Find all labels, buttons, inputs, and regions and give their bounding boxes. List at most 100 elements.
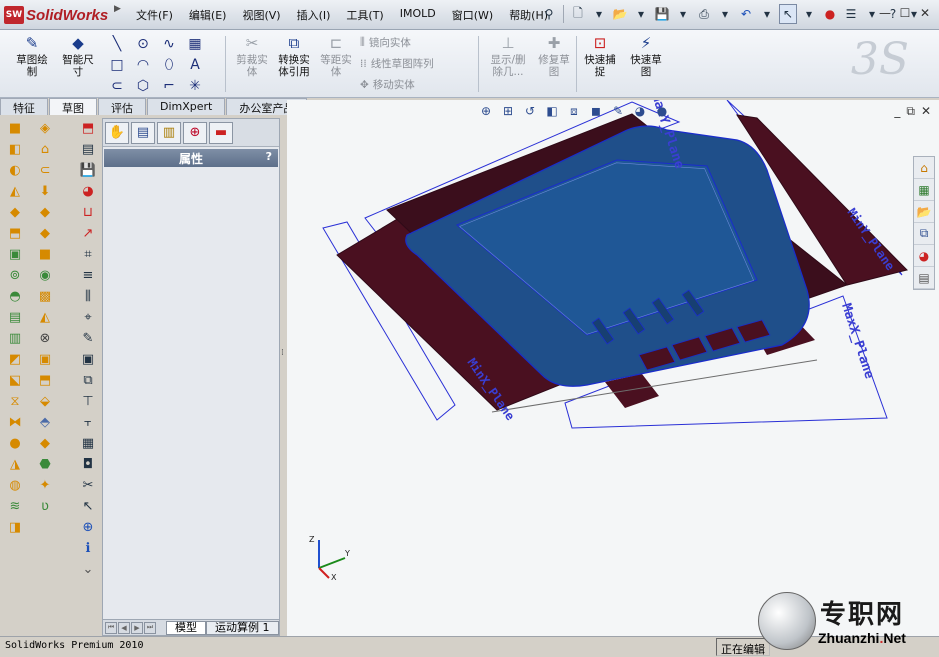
rapid-sketch-button[interactable]: ⚡ 快速草 图 bbox=[622, 34, 670, 78]
zoom-icon[interactable]: ⊕ bbox=[77, 517, 99, 538]
minimize-icon[interactable]: — bbox=[877, 4, 893, 22]
menu-insert[interactable]: 插入(I) bbox=[289, 5, 339, 25]
select-pointer-icon[interactable]: ↖ bbox=[779, 4, 797, 24]
close-icon[interactable]: ✕ bbox=[917, 4, 933, 22]
menu-tools[interactable]: 工具(T) bbox=[338, 5, 391, 25]
menu-imold[interactable]: IMOLD bbox=[392, 5, 444, 25]
cut-sweep-icon[interactable]: ⬇ bbox=[34, 181, 56, 202]
combine-icon[interactable]: ◩ bbox=[4, 349, 26, 370]
tab-features[interactable]: 特征 bbox=[0, 98, 48, 115]
tab-sketch[interactable]: 草图 bbox=[49, 98, 97, 115]
trim-entities-button[interactable]: ✂ 剪裁实 体 bbox=[228, 34, 276, 78]
dropdown-arrow-icon[interactable]: ▾ bbox=[590, 4, 608, 24]
app-logo[interactable]: SW SolidWorks bbox=[4, 4, 108, 26]
line-icon[interactable]: ╲ bbox=[104, 33, 130, 54]
menu-window[interactable]: 窗口(W) bbox=[444, 5, 501, 25]
tab-evaluate[interactable]: 评估 bbox=[98, 98, 146, 115]
edit-icon[interactable]: ✎ bbox=[77, 328, 99, 349]
feature-manager-tab-icon[interactable]: ✋ bbox=[105, 121, 129, 144]
slot-icon[interactable]: ⊂ bbox=[104, 75, 130, 96]
appearances-icon[interactable]: ◕ bbox=[914, 245, 934, 267]
tab-dimxpert[interactable]: DimXpert bbox=[147, 98, 226, 115]
prev-tab-icon[interactable]: ◀ bbox=[118, 621, 130, 634]
viewport-close-icon[interactable]: ✕ bbox=[921, 104, 931, 119]
search-icon[interactable]: ⧉ bbox=[914, 223, 934, 245]
next-tab-icon[interactable]: ▶ bbox=[131, 621, 143, 634]
thicken-icon[interactable]: ◉ bbox=[34, 265, 56, 286]
last-tab-icon[interactable]: ⏭ bbox=[144, 621, 156, 634]
file-explorer-icon[interactable]: 📂 bbox=[914, 201, 934, 223]
rectangle-icon[interactable]: □ bbox=[104, 54, 130, 75]
options-list-icon[interactable]: ☰ bbox=[842, 4, 860, 24]
sweep-icon[interactable]: ◐ bbox=[4, 160, 26, 181]
save-icon[interactable]: 💾 bbox=[653, 4, 671, 24]
drawing-icon[interactable]: ▦ bbox=[77, 433, 99, 454]
move-body-icon[interactable]: ⬕ bbox=[4, 370, 26, 391]
custom-properties-icon[interactable]: ▤ bbox=[914, 267, 934, 289]
configuration-manager-tab-icon[interactable]: ▥ bbox=[157, 121, 181, 144]
grid-icon[interactable]: ▦ bbox=[182, 33, 208, 54]
hole-icon[interactable]: ◈ bbox=[34, 118, 56, 139]
design-library-icon[interactable]: ▦ bbox=[914, 179, 934, 201]
camera-icon[interactable]: ◘ bbox=[77, 454, 99, 475]
deform-icon[interactable]: ◍ bbox=[4, 475, 26, 496]
clipboard-icon[interactable]: ▤ bbox=[77, 139, 99, 160]
maximize-icon[interactable]: ☐ bbox=[897, 4, 913, 22]
extrude-icon[interactable]: ■ bbox=[4, 118, 26, 139]
sphere-icon[interactable]: ● bbox=[4, 433, 26, 454]
display-style-icon[interactable]: ◼ bbox=[587, 103, 605, 119]
apply-scene-icon[interactable]: ● bbox=[653, 103, 671, 119]
fillet-feature-icon[interactable]: ◆ bbox=[34, 223, 56, 244]
print-icon[interactable]: ⎙ bbox=[695, 4, 713, 24]
smart-dimension-button[interactable]: ◆ 智能尺 寸 bbox=[54, 34, 102, 78]
hammer-icon[interactable]: ⊤ bbox=[77, 391, 99, 412]
text-icon[interactable]: A bbox=[182, 54, 208, 75]
loft-icon[interactable]: ◭ bbox=[4, 181, 26, 202]
offset-entities-button[interactable]: ⊏ 等距实 体 bbox=[312, 34, 360, 78]
zoom-to-fit-icon[interactable]: ⊕ bbox=[477, 103, 495, 119]
viewport-restore-icon[interactable]: ⧉ bbox=[906, 104, 915, 119]
dropdown-arrow-icon[interactable]: ▾ bbox=[716, 4, 734, 24]
open-folder-icon[interactable]: 📂 bbox=[611, 4, 629, 24]
polygon-icon[interactable]: ⬡ bbox=[130, 75, 156, 96]
first-tab-icon[interactable]: ⏮ bbox=[105, 621, 117, 634]
delete-body-icon[interactable]: ⊗ bbox=[34, 328, 56, 349]
move-entities-button[interactable]: ✥ 移动实体 bbox=[360, 77, 415, 92]
curve-pattern-icon[interactable]: ◭ bbox=[34, 307, 56, 328]
convert-entities-button[interactable]: ⧉ 转换实 体引用 bbox=[270, 34, 318, 78]
indent-icon[interactable]: ◮ bbox=[4, 454, 26, 475]
surface-icon[interactable]: ◨ bbox=[4, 517, 26, 538]
view-orientation-icon[interactable]: ⧈ bbox=[565, 103, 583, 119]
quick-snaps-button[interactable]: ⊡ 快速捕 捉 bbox=[576, 34, 624, 78]
mirror-entities-button[interactable]: ⫼ 镜向实体 bbox=[360, 35, 411, 50]
wrap-icon[interactable]: ⊚ bbox=[4, 265, 26, 286]
display-icon[interactable]: ▣ bbox=[77, 349, 99, 370]
reference-axis-icon[interactable]: ↗ bbox=[77, 223, 99, 244]
linear-pattern-button[interactable]: ⁞⁞ 线性草图阵列 bbox=[360, 56, 434, 71]
edit-appearance-icon[interactable]: ◕ bbox=[631, 103, 649, 119]
graphics-area[interactable]: MaxX_Plane MaxY_Plane MinX_Plane MinY_Pl… bbox=[287, 100, 939, 636]
split-icon[interactable]: ▥ bbox=[4, 328, 26, 349]
dropdown-arrow-icon[interactable]: ▾ bbox=[674, 4, 692, 24]
layer-icon[interactable]: ⬒ bbox=[77, 118, 99, 139]
pointer-icon[interactable]: ↖ bbox=[77, 496, 99, 517]
measure-icon[interactable]: ⌖ bbox=[77, 307, 99, 328]
logo-menu-arrow-icon[interactable]: ▶ bbox=[114, 4, 124, 26]
viewport-minimize-icon[interactable]: _ bbox=[894, 104, 900, 119]
dropdown-arrow-icon[interactable]: ▾ bbox=[758, 4, 776, 24]
ruler-icon[interactable]: ⌗ bbox=[77, 244, 99, 265]
scale-icon[interactable]: ⬒ bbox=[34, 370, 56, 391]
scene-icon[interactable]: ⊔ bbox=[77, 202, 99, 223]
appearance-icon[interactable]: ◕ bbox=[77, 181, 99, 202]
box-icon[interactable]: ▣ bbox=[34, 349, 56, 370]
display-manager-tab-icon[interactable]: ▬ bbox=[209, 121, 233, 144]
intersect-icon[interactable]: ⧖ bbox=[4, 391, 26, 412]
spline-icon[interactable]: ∿ bbox=[156, 33, 182, 54]
cut-loft-icon[interactable]: ◆ bbox=[34, 202, 56, 223]
dropdown-arrow-icon[interactable]: ▾ bbox=[632, 4, 650, 24]
fillet-icon[interactable]: ⌐ bbox=[156, 75, 182, 96]
revolve-icon[interactable]: ◧ bbox=[4, 139, 26, 160]
tab-motion-study[interactable]: 运动算例 1 bbox=[206, 620, 279, 635]
arc-icon[interactable]: ◠ bbox=[130, 54, 156, 75]
info-icon[interactable]: ℹ bbox=[77, 538, 99, 559]
